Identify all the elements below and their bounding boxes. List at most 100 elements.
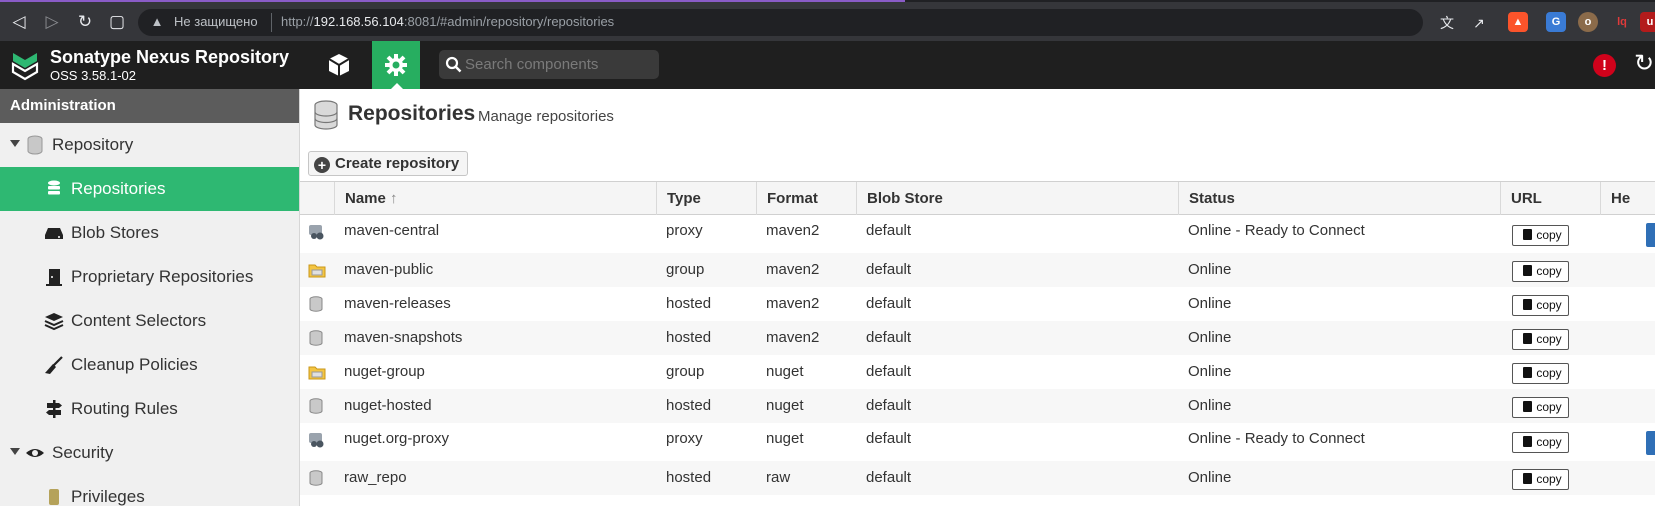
repo-type: group <box>666 363 705 380</box>
app-title: Sonatype Nexus Repository <box>50 47 290 67</box>
sidebar-item-security[interactable]: Security <box>0 431 299 475</box>
repo-name[interactable]: nuget.org-proxy <box>334 423 449 457</box>
copy-url-button[interactable]: copy <box>1512 225 1569 246</box>
repo-name[interactable]: nuget-hosted <box>334 389 432 423</box>
sidebar-item-proprietary-repositories[interactable]: Proprietary Repositories <box>0 255 299 299</box>
alert-icon[interactable]: ! <box>1593 54 1616 77</box>
lq-extension-icon[interactable]: lq <box>1612 12 1632 32</box>
url-host: 192.168.56.104 <box>313 14 404 29</box>
copy-url-button[interactable]: copy <box>1512 363 1569 384</box>
insecure-label[interactable]: Не защищено <box>174 14 258 29</box>
proxy-repo-icon <box>309 225 324 240</box>
back-icon[interactable]: ◁ <box>8 11 30 33</box>
column-header-type[interactable]: Type <box>656 182 756 215</box>
create-repository-label: Create repository <box>335 155 460 172</box>
repo-blob-store: default <box>866 222 912 239</box>
clipboard-icon <box>1523 265 1533 276</box>
expand-triangle-icon[interactable] <box>10 448 20 455</box>
copy-url-button[interactable]: copy <box>1512 397 1569 418</box>
sort-ascending-icon[interactable]: ↑ <box>390 190 398 207</box>
clipboard-icon <box>1523 367 1533 378</box>
copy-label: copy <box>1536 366 1562 380</box>
browse-button[interactable] <box>315 41 363 89</box>
health-check-indicator[interactable] <box>1646 223 1655 247</box>
owl-extension-icon[interactable]: o <box>1578 12 1598 32</box>
loading-progress-bar <box>0 0 905 2</box>
repo-status: Online <box>1188 397 1232 414</box>
copy-url-button[interactable]: copy <box>1512 261 1569 282</box>
repo-type: group <box>666 261 705 278</box>
copy-url-button[interactable]: copy <box>1512 295 1569 316</box>
table-row[interactable]: maven-central proxy maven2 default Onlin… <box>300 215 1655 253</box>
sidebar-item-repository[interactable]: Repository <box>0 123 299 167</box>
cube-icon <box>328 54 350 76</box>
sidebar-item-content-selectors[interactable]: Content Selectors <box>0 299 299 343</box>
sidebar-item-privileges[interactable]: Privileges <box>0 475 299 506</box>
repo-format: maven2 <box>766 222 820 239</box>
column-header-blob-store[interactable]: Blob Store <box>856 182 1178 215</box>
expand-triangle-icon[interactable] <box>10 140 20 147</box>
sidebar-item-label: Repository <box>52 135 134 154</box>
create-repository-button[interactable]: + Create repository <box>308 151 469 176</box>
main-content: Repositories Manage repositories + Create… <box>300 89 1655 506</box>
sidebar-item-blob-stores[interactable]: Blob Stores <box>0 211 299 255</box>
translate-icon[interactable]: 文 <box>1436 12 1458 34</box>
clipboard-icon <box>1523 473 1533 484</box>
column-header-name[interactable]: Name ↑ <box>334 182 656 215</box>
health-check-indicator[interactable] <box>1646 431 1655 455</box>
repo-name[interactable]: maven-snapshots <box>334 321 462 355</box>
copy-label: copy <box>1536 472 1562 486</box>
database-icon <box>48 180 60 195</box>
table-row[interactable]: nuget.org-proxy proxy nuget default Onli… <box>300 423 1655 461</box>
share-icon[interactable]: ↗ <box>1468 12 1490 34</box>
repo-name[interactable]: maven-central <box>334 215 439 249</box>
copy-url-button[interactable]: copy <box>1512 469 1569 490</box>
repositories-table: Name ↑ Type Format Blob Store Status URL… <box>300 181 1655 495</box>
table-row[interactable]: maven-public group maven2 default Online… <box>300 253 1655 287</box>
repo-type: proxy <box>666 430 703 447</box>
table-row[interactable]: nuget-hosted hosted nuget default Online… <box>300 389 1655 423</box>
proxy-repo-icon <box>309 433 324 448</box>
repo-name[interactable]: maven-public <box>334 253 433 287</box>
repo-name[interactable]: maven-releases <box>334 287 451 321</box>
sidebar-item-cleanup-policies[interactable]: Cleanup Policies <box>0 343 299 387</box>
copy-url-button[interactable]: copy <box>1512 432 1569 453</box>
forward-icon[interactable]: ▷ <box>41 11 63 33</box>
brave-shield-icon[interactable]: ▲ <box>1508 12 1528 32</box>
column-header-format[interactable]: Format <box>756 182 856 215</box>
column-header-health-check[interactable]: He <box>1600 182 1655 215</box>
column-header-status[interactable]: Status <box>1178 182 1500 215</box>
address-url[interactable]: http://192.168.56.104:8081/#admin/reposi… <box>281 14 614 29</box>
gear-icon <box>385 54 407 76</box>
table-row[interactable]: maven-releases hosted maven2 default Onl… <box>300 287 1655 321</box>
search-box[interactable] <box>439 50 659 79</box>
table-header: Name ↑ Type Format Blob Store Status URL… <box>300 181 1655 215</box>
ublock-extension-icon[interactable]: u <box>1640 12 1655 32</box>
search-input[interactable] <box>465 53 653 76</box>
warning-icon[interactable]: ▲ <box>148 13 166 31</box>
table-row[interactable]: nuget-group group nuget default Online c… <box>300 355 1655 389</box>
clipboard-icon <box>1523 401 1533 412</box>
sidebar-item-routing-rules[interactable]: Routing Rules <box>0 387 299 431</box>
sidebar-item-repositories[interactable]: Repositories <box>0 167 299 211</box>
repo-name[interactable]: nuget-group <box>334 355 425 389</box>
hard-drive-icon <box>45 228 63 239</box>
refresh-icon[interactable]: ↻ <box>1634 52 1654 76</box>
bookmark-icon[interactable]: ▢ <box>106 11 128 33</box>
table-row[interactable]: maven-snapshots hosted maven2 default On… <box>300 321 1655 355</box>
sidebar-item-label: Content Selectors <box>71 311 207 330</box>
translate-extension-icon[interactable]: G <box>1546 12 1566 32</box>
repo-name[interactable]: raw_repo <box>334 461 407 495</box>
table-row[interactable]: raw_repo hosted raw default Online copy <box>300 461 1655 495</box>
repo-status: Online <box>1188 261 1232 278</box>
administration-button[interactable] <box>372 41 420 89</box>
copy-url-button[interactable]: copy <box>1512 329 1569 350</box>
clipboard-icon <box>1523 436 1533 447</box>
reload-icon[interactable]: ↻ <box>74 11 96 33</box>
copy-label: copy <box>1536 435 1562 449</box>
page-title: Repositories <box>348 102 476 125</box>
repo-status: Online - Ready to Connect <box>1188 430 1365 447</box>
column-header-url[interactable]: URL <box>1500 182 1600 215</box>
browser-toolbar: ◁ ▷ ↻ ▢ ▲ Не защищено http://192.168.56.… <box>0 0 1655 41</box>
repo-blob-store: default <box>866 363 912 380</box>
